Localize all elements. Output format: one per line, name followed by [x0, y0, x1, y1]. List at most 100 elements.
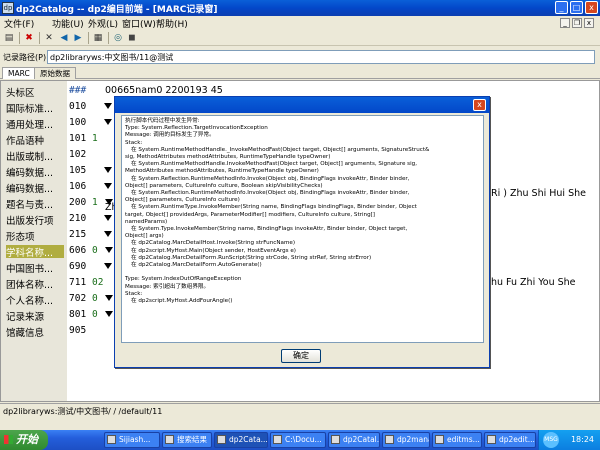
ok-button[interactable]: 确定	[281, 349, 321, 363]
status-bar: dp2libraryws:测试/中文图书/ / /default/11	[0, 403, 600, 417]
expand-arrow-icon[interactable]	[104, 231, 112, 237]
message-line: 在 dp2Catalog.MarcDetailForm.AutoGenerate…	[131, 262, 262, 269]
record-path-row: 记录路径(P): dp2libraryws:中文图书/11@测试	[0, 48, 600, 66]
taskbar-item[interactable]: C:\Docu...	[270, 432, 326, 448]
taskbar-item[interactable]: 搜索结果	[162, 432, 212, 448]
field-tag[interactable]: 010	[69, 101, 93, 114]
message-line: 在 System.RuntimeType.InvokeMember(String…	[131, 204, 417, 211]
record-path-input[interactable]: dp2libraryws:中文图书/11@测试	[47, 50, 595, 64]
next-icon[interactable]: ▶	[72, 32, 84, 44]
field-tag[interactable]: 702	[69, 293, 93, 306]
field-tag[interactable]: 106	[69, 181, 93, 194]
expand-arrow-icon[interactable]	[104, 183, 112, 189]
exception-message-box[interactable]: 执行脚本代码过程中发生异常: Type: System.Reflection.T…	[121, 115, 484, 343]
field-name: 形态项	[6, 229, 64, 242]
expand-arrow-icon[interactable]	[105, 311, 113, 317]
menu-window[interactable]: 窗口(W)	[122, 17, 156, 30]
mdi-minimize-button[interactable]: _	[560, 18, 570, 28]
expand-arrow-icon[interactable]	[104, 263, 112, 269]
field-tag[interactable]: 100	[69, 117, 93, 130]
status-text: dp2libraryws:测试/中文图书/ / /default/11	[3, 407, 163, 416]
taskbar-item-label: Sijiash...	[119, 435, 151, 444]
field-tag[interactable]: 210	[69, 213, 93, 226]
expand-arrow-icon[interactable]	[104, 215, 112, 221]
field-tag[interactable]: 200	[69, 197, 93, 210]
taskbar-item-label: dp2Cata...	[229, 435, 268, 444]
expand-arrow-icon[interactable]	[104, 103, 112, 109]
field-tag[interactable]: 690	[69, 261, 93, 274]
save-icon[interactable]: ▤	[3, 32, 15, 44]
window-title: dp2Catalog -- dp2编目前端 - [MARC记录窗]	[16, 5, 218, 15]
field-indicator[interactable]: 0	[92, 293, 98, 304]
field-tag[interactable]: 215	[69, 229, 93, 242]
message-line: 在 System.Type.InvokeMember(String name, …	[131, 226, 408, 233]
message-line: Object[] parameters, CultureInfo culture…	[125, 182, 323, 189]
menu-file[interactable]: 文件(F)	[4, 17, 34, 30]
view-icon[interactable]: ▦	[92, 32, 104, 44]
menu-appearance[interactable]: 外观(L)	[88, 17, 118, 30]
field-name: 题名与责...	[6, 197, 64, 210]
minimize-button[interactable]: _	[555, 1, 568, 14]
field-name: 个人名称...	[6, 293, 64, 306]
field-tag[interactable]: 606	[69, 245, 93, 258]
message-line: Message: 索引超出了数组界限。	[125, 283, 210, 290]
message-line: 在 dp2script.MyHost.AddFourAngle()	[131, 298, 233, 305]
field-name: 馆藏信息	[6, 325, 64, 338]
message-line: Stack:	[125, 290, 143, 297]
tab-strip: MARC 原始数据	[0, 67, 600, 79]
field-name: 团体名称...	[6, 277, 64, 290]
tab-raw-data[interactable]: 原始数据	[34, 67, 76, 79]
field-tag[interactable]: 102	[69, 149, 93, 162]
menu-function[interactable]: 功能(U)	[52, 17, 84, 30]
message-line	[125, 269, 480, 276]
stop-icon[interactable]: ◼	[126, 32, 138, 44]
delete-icon[interactable]: ✖	[23, 32, 35, 44]
start-button[interactable]: 开始	[0, 430, 48, 450]
app-icon	[331, 435, 340, 444]
field-tag[interactable]: 101	[69, 133, 93, 146]
expand-arrow-icon[interactable]	[104, 119, 112, 125]
field-tag[interactable]: ###	[69, 85, 93, 98]
tab-marc[interactable]: MARC	[2, 67, 36, 79]
prev-icon[interactable]: ◀	[58, 32, 70, 44]
message-line: 在 dp2script.MyHost.Main(Object sender, H…	[131, 247, 296, 254]
menu-bar: 文件(F) 功能(U) 外观(L) 窗口(W) 帮助(H) _ ❐ x	[0, 16, 600, 30]
taskbar-item[interactable]: editms...	[432, 432, 482, 448]
mdi-restore-button[interactable]: ❐	[572, 18, 582, 28]
taskbar-item-active[interactable]: dp2Cata...	[214, 432, 268, 448]
expand-arrow-icon[interactable]	[104, 167, 112, 173]
message-line: Stack:	[125, 139, 143, 146]
field-tag[interactable]: 801	[69, 309, 93, 322]
search-icon[interactable]: ◎	[112, 32, 124, 44]
field-tag[interactable]: 711	[69, 277, 93, 290]
field-indicator[interactable]: 0	[92, 309, 98, 320]
taskbar-item[interactable]: dp2edit...	[484, 432, 536, 448]
clock[interactable]: 18:24	[571, 435, 594, 444]
taskbar-item-label: editms...	[447, 435, 480, 444]
maximize-button[interactable]: □	[570, 1, 583, 14]
message-line: Type: System.IndexOutOfRangeException	[125, 276, 242, 283]
field-tag[interactable]: 905	[69, 325, 93, 338]
field-name: 编码数据...	[6, 181, 64, 194]
dialog-close-button[interactable]: x	[473, 99, 486, 111]
message-line: 在 dp2Catalog.MarcDetailForm.RunScript(St…	[131, 254, 372, 261]
close-icon[interactable]: ✕	[43, 32, 55, 44]
taskbar-item[interactable]: Sijiash...	[104, 432, 160, 448]
field-indicator[interactable]: 1	[92, 197, 98, 208]
taskbar-item[interactable]: dp2mana...	[382, 432, 430, 448]
msg-badge[interactable]: MSG	[543, 432, 559, 448]
field-indicator[interactable]: 0	[92, 245, 98, 256]
close-button[interactable]: x	[585, 1, 598, 14]
field-indicator[interactable]: 1	[92, 133, 98, 144]
leader-value[interactable]: 00665nam0 2200193 45	[105, 85, 223, 96]
app-icon	[107, 435, 116, 444]
expand-arrow-icon[interactable]	[105, 295, 113, 301]
taskbar-item[interactable]: dp2Catal...	[328, 432, 380, 448]
org-overflow-text: hu Fu Zhi You She	[491, 277, 576, 288]
menu-help[interactable]: 帮助(H)	[156, 17, 188, 30]
mdi-close-button[interactable]: x	[584, 18, 594, 28]
field-indicator[interactable]: 02	[92, 277, 103, 288]
expand-arrow-icon[interactable]	[105, 247, 113, 253]
field-tag[interactable]: 105	[69, 165, 93, 178]
message-line: MethodAttributes methodAttributes, Runti…	[125, 168, 319, 175]
